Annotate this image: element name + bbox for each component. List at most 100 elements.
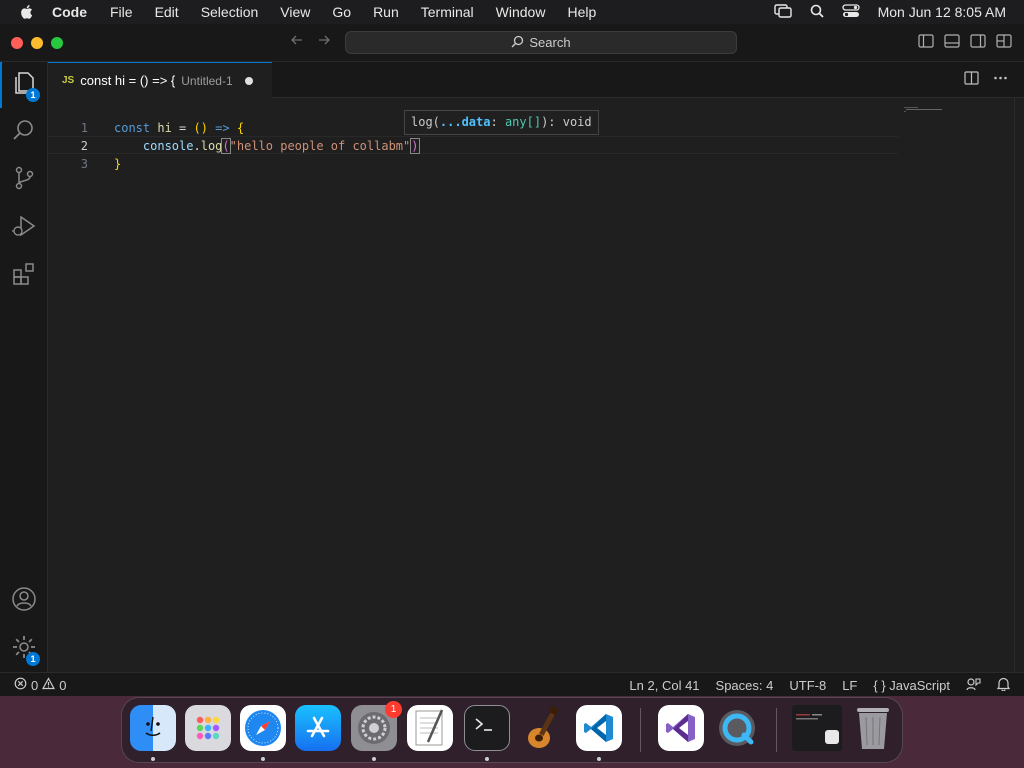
vscode-window: Search 1 1 JS const hi = () => {Untitle… xyxy=(0,24,1024,696)
error-count: 0 xyxy=(31,677,39,693)
dock-separator xyxy=(640,708,641,752)
unsaved-dot-icon[interactable] xyxy=(244,76,253,85)
code-editor[interactable]: 1 const hi = () => { 2 console.log("hell… xyxy=(48,98,1024,672)
dock-finder-icon[interactable] xyxy=(130,705,176,751)
tab-title: const hi = () => { xyxy=(80,73,176,88)
split-editor-icon[interactable] xyxy=(964,71,979,88)
minimize-window-button[interactable] xyxy=(31,37,43,49)
forward-arrow-icon[interactable] xyxy=(317,33,331,52)
warning-count: 0 xyxy=(59,677,67,693)
menu-run[interactable]: Run xyxy=(373,0,399,24)
menubar-status-area: Mon Jun 12 8:05 AM xyxy=(773,0,1006,24)
account-icon xyxy=(11,586,37,617)
dock-vscode-icon[interactable] xyxy=(576,705,622,751)
problems-indicator[interactable]: 0 0 xyxy=(14,673,66,697)
dock-launchpad-icon[interactable] xyxy=(185,705,231,751)
dock-visual-studio-icon[interactable] xyxy=(658,705,704,751)
code-text: } xyxy=(114,157,122,171)
activity-search[interactable] xyxy=(0,109,48,155)
cursor-position[interactable]: Ln 2, Col 41 xyxy=(629,678,699,693)
tab-untitled-1[interactable]: JS const hi = () => { Untitled-1 xyxy=(48,62,272,98)
active-indicator xyxy=(0,62,2,108)
dock-running-indicator xyxy=(261,757,265,761)
dock-separator xyxy=(776,708,777,752)
activity-run-debug[interactable] xyxy=(0,205,48,251)
status-bar: 0 0 Ln 2, Col 41 Spaces: 4 UTF-8 LF { } … xyxy=(0,672,1024,696)
run-debug-icon xyxy=(11,213,37,244)
source-control-icon xyxy=(11,165,37,196)
dock-textedit-icon[interactable] xyxy=(407,705,453,751)
menu-edit[interactable]: Edit xyxy=(155,0,179,24)
notifications-bell-icon[interactable] xyxy=(996,677,1011,694)
title-bar: Search xyxy=(0,24,1024,62)
dock-running-indicator xyxy=(597,757,601,761)
editor-actions xyxy=(964,71,1008,88)
code-text: const hi = () => { xyxy=(114,121,245,135)
dock-settings-badge: 1 xyxy=(385,701,402,718)
line-number: 2 xyxy=(80,139,88,153)
menu-view[interactable]: View xyxy=(280,0,310,24)
menu-window[interactable]: Window xyxy=(496,0,546,24)
activity-extensions[interactable] xyxy=(0,253,48,299)
line-number: 1 xyxy=(80,121,88,135)
tab-description: Untitled-1 xyxy=(181,73,233,88)
minimap[interactable] xyxy=(904,102,944,112)
line-number: 3 xyxy=(80,157,88,171)
menu-selection[interactable]: Selection xyxy=(201,0,259,24)
code-line-2[interactable]: 2 console.log("hello people of collabm") xyxy=(48,136,898,154)
search-icon xyxy=(11,117,37,148)
activity-explorer[interactable]: 1 xyxy=(0,62,48,108)
dock-garageband-icon[interactable] xyxy=(520,705,566,751)
dock-running-indicator xyxy=(151,757,155,761)
menu-app-name[interactable]: Code xyxy=(52,0,87,24)
extensions-icon xyxy=(11,261,37,292)
dock-quicktime-icon[interactable] xyxy=(714,705,760,751)
menu-terminal[interactable]: Terminal xyxy=(421,0,474,24)
toggle-primary-sidebar-icon[interactable] xyxy=(918,34,934,53)
end-of-line[interactable]: LF xyxy=(842,678,857,693)
error-icon xyxy=(14,677,27,693)
toggle-secondary-sidebar-icon[interactable] xyxy=(970,34,986,53)
editor-tab-bar: JS const hi = () => { Untitled-1 xyxy=(48,62,1024,98)
dock-running-indicator xyxy=(485,757,489,761)
customize-layout-icon[interactable] xyxy=(996,34,1012,53)
activity-bar: 1 1 xyxy=(0,62,48,672)
screen-mirroring-icon[interactable] xyxy=(773,3,792,21)
search-label: Search xyxy=(529,35,571,50)
back-arrow-icon[interactable] xyxy=(290,33,304,52)
braces-icon: { } xyxy=(873,677,886,693)
activity-accounts[interactable] xyxy=(0,578,48,624)
more-actions-icon[interactable] xyxy=(993,71,1008,88)
indentation[interactable]: Spaces: 4 xyxy=(716,678,774,693)
spotlight-search-icon[interactable] xyxy=(810,4,824,21)
dock-safari-icon[interactable] xyxy=(240,705,286,751)
menubar-clock[interactable]: Mon Jun 12 8:05 AM xyxy=(878,4,1006,20)
search-icon xyxy=(511,35,524,51)
activity-manage[interactable]: 1 xyxy=(0,626,48,672)
zoom-window-button[interactable] xyxy=(51,37,63,49)
control-center-icon[interactable] xyxy=(841,3,860,21)
menu-help[interactable]: Help xyxy=(567,0,596,24)
feedback-icon[interactable] xyxy=(966,677,981,694)
explorer-badge: 1 xyxy=(26,88,40,102)
command-center-search[interactable]: Search xyxy=(345,31,737,54)
editor-scrollbar[interactable] xyxy=(1014,98,1024,672)
toggle-panel-icon[interactable] xyxy=(944,34,960,53)
javascript-file-icon: JS xyxy=(62,75,75,86)
menu-file[interactable]: File xyxy=(110,0,133,24)
menu-go[interactable]: Go xyxy=(332,0,351,24)
close-window-button[interactable] xyxy=(11,37,23,49)
dock-app-store-icon[interactable] xyxy=(295,705,341,751)
language-mode[interactable]: { } JavaScript xyxy=(873,678,950,693)
macos-menubar: Code File Edit Selection View Go Run Ter… xyxy=(0,0,1024,24)
dock-trash-icon[interactable] xyxy=(850,705,896,751)
dock-minimized-window[interactable] xyxy=(792,705,842,751)
file-encoding[interactable]: UTF-8 xyxy=(789,678,826,693)
apple-menu-icon[interactable] xyxy=(0,4,52,20)
code-line-3[interactable]: 3 } xyxy=(48,155,898,173)
dock-terminal-icon[interactable] xyxy=(464,705,510,751)
signature-help-tooltip: log(...data: any[]): void xyxy=(404,110,599,135)
macos-dock: 1 xyxy=(121,697,903,763)
layout-controls xyxy=(918,34,1012,53)
activity-source-control[interactable] xyxy=(0,157,48,203)
